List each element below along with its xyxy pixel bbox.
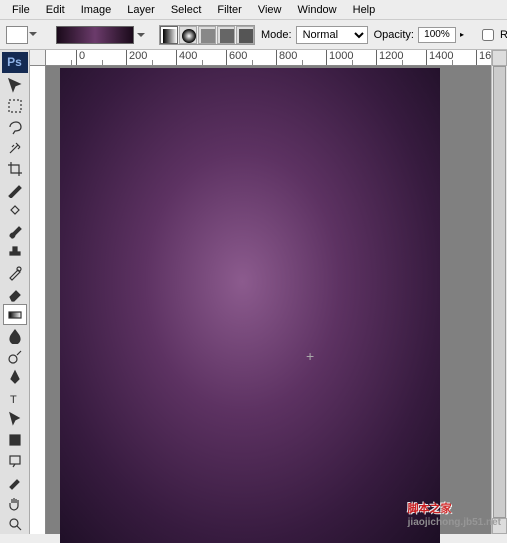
app-logo: Ps — [2, 52, 28, 73]
wand-tool[interactable] — [3, 137, 27, 158]
slice-tool[interactable] — [3, 179, 27, 200]
angle-gradient-button[interactable] — [198, 26, 216, 44]
eyedropper-tool[interactable] — [3, 471, 27, 492]
eraser-tool[interactable] — [3, 284, 27, 305]
radial-gradient-button[interactable] — [179, 26, 197, 44]
reflected-gradient-button[interactable] — [217, 26, 235, 44]
mode-label: Mode: — [261, 29, 292, 41]
menu-view[interactable]: View — [250, 2, 290, 18]
history-brush-tool[interactable] — [3, 263, 27, 284]
diamond-gradient-button[interactable] — [236, 26, 254, 44]
svg-text:T: T — [10, 394, 17, 406]
ruler-tick: 600 — [226, 50, 276, 65]
lasso-tool[interactable] — [3, 117, 27, 138]
menu-filter[interactable]: Filter — [209, 2, 249, 18]
workspace: Ps T 0 200 400 600 800 1000 — [0, 50, 507, 534]
path-select-tool[interactable] — [3, 409, 27, 430]
toolbox: Ps T — [0, 50, 30, 534]
gradient-type-group — [159, 25, 255, 45]
ruler-tick — [46, 50, 76, 65]
hand-tool[interactable] — [3, 492, 27, 513]
menu-select[interactable]: Select — [163, 2, 210, 18]
menu-image[interactable]: Image — [73, 2, 120, 18]
ruler-corner — [30, 50, 46, 66]
opacity-dropdown-icon[interactable]: ▸ — [460, 30, 464, 39]
mode-select[interactable]: Normal — [296, 26, 368, 44]
ruler-tick: 800 — [276, 50, 326, 65]
ruler-tick: 1000 — [326, 50, 376, 65]
menu-window[interactable]: Window — [290, 2, 345, 18]
menu-help[interactable]: Help — [345, 2, 384, 18]
opacity-label: Opacity: — [374, 29, 414, 41]
gradient-preview[interactable] — [56, 26, 134, 44]
menu-bar: File Edit Image Layer Select Filter View… — [0, 0, 507, 20]
ruler-tick: 400 — [176, 50, 226, 65]
shape-tool[interactable] — [3, 430, 27, 451]
zoom-tool[interactable] — [3, 513, 27, 534]
ruler-tick: 0 — [76, 50, 126, 65]
type-tool[interactable]: T — [3, 388, 27, 409]
foreground-swatch[interactable] — [6, 26, 28, 44]
ruler-tick: 1200 — [376, 50, 426, 65]
vertical-scrollbar[interactable] — [491, 50, 507, 534]
gradient-dropdown-icon[interactable] — [137, 33, 145, 41]
watermark: 脚本之家 jiaojichong.jb51.net — [408, 496, 501, 528]
reverse-checkbox[interactable] — [482, 29, 494, 41]
pen-tool[interactable] — [3, 367, 27, 388]
menu-layer[interactable]: Layer — [119, 2, 163, 18]
gradient-tool[interactable] — [3, 304, 27, 325]
vertical-ruler[interactable] — [30, 66, 46, 534]
canvas-area: 0 200 400 600 800 1000 1200 1400 1600 18… — [30, 50, 507, 534]
stamp-tool[interactable] — [3, 242, 27, 263]
options-bar: Mode: Normal Opacity: ▸ Reve — [0, 20, 507, 50]
ruler-tick: 200 — [126, 50, 176, 65]
notes-tool[interactable] — [3, 451, 27, 472]
marquee-tool[interactable] — [3, 96, 27, 117]
scroll-thumb[interactable] — [493, 66, 506, 518]
menu-edit[interactable]: Edit — [38, 2, 73, 18]
blur-tool[interactable] — [3, 325, 27, 346]
brush-tool[interactable] — [3, 221, 27, 242]
opacity-input[interactable] — [418, 27, 456, 43]
ruler-tick: 1400 — [426, 50, 476, 65]
menu-file[interactable]: File — [4, 2, 38, 18]
scroll-up-button[interactable] — [492, 50, 507, 66]
reverse-label: Reve — [500, 29, 507, 41]
linear-gradient-button[interactable] — [160, 26, 178, 44]
crop-tool[interactable] — [3, 158, 27, 179]
document-canvas[interactable]: + — [60, 68, 440, 543]
move-tool[interactable] — [3, 75, 27, 96]
crosshair-cursor-icon: + — [306, 348, 314, 364]
horizontal-ruler[interactable]: 0 200 400 600 800 1000 1200 1400 1600 18… — [46, 50, 507, 66]
heal-tool[interactable] — [3, 200, 27, 221]
dodge-tool[interactable] — [3, 346, 27, 367]
